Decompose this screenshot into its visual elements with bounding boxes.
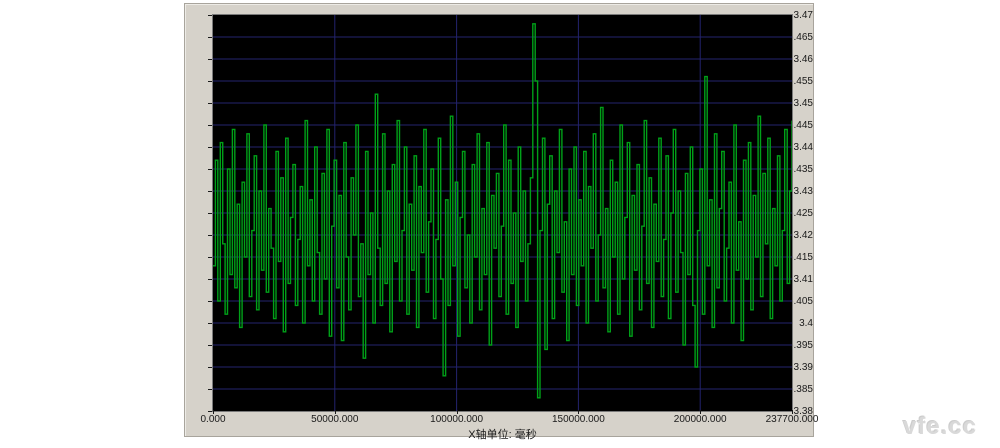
x-tick-mark (792, 410, 793, 414)
x-tick-mark (457, 410, 458, 414)
plot-area[interactable] (212, 14, 793, 412)
screenshot-root: 3.473.4653.463.4553.453.4453.443.4353.43… (0, 0, 1000, 448)
signal-trace-svg (213, 15, 792, 411)
x-tick-mark (213, 410, 214, 414)
x-tick-label: 150000.000 (533, 414, 623, 426)
x-tick-mark (700, 410, 701, 414)
x-axis-unit-label: X轴单位: 毫秒 (213, 426, 792, 442)
x-tick-mark (335, 410, 336, 414)
x-tick-label: 200000.000 (655, 414, 745, 426)
chart-panel: 3.473.4653.463.4553.453.4453.443.4353.43… (184, 3, 814, 437)
x-tick-label: 50000.000 (290, 414, 380, 426)
x-tick-label: 237700.000 (747, 414, 837, 426)
x-tick-mark (578, 410, 579, 414)
x-tick-label: 100000.000 (412, 414, 502, 426)
watermark-text: vfe.cc (903, 413, 977, 441)
x-tick-label: 0.000 (168, 414, 258, 426)
